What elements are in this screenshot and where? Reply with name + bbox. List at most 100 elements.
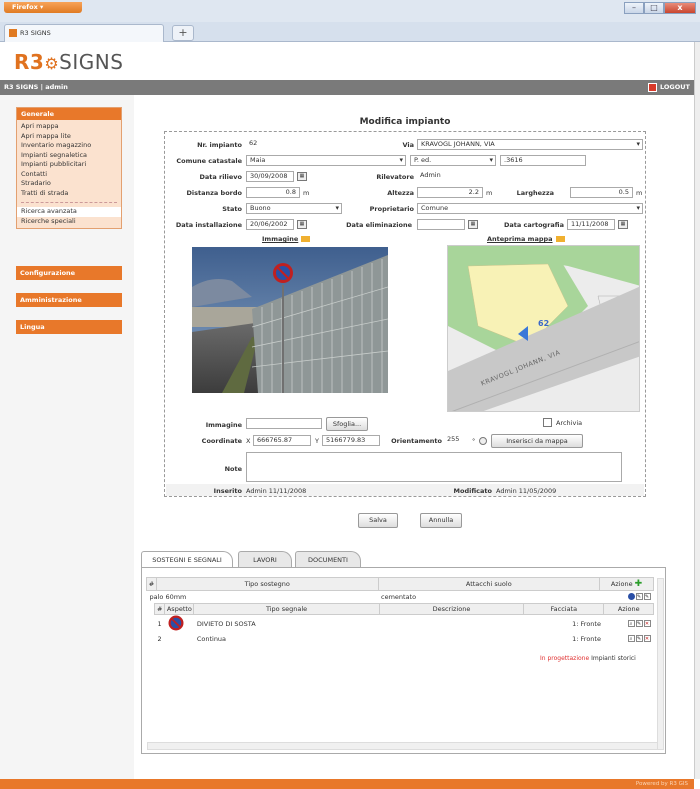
logout-icon: [647, 82, 657, 92]
menu-divider: [21, 202, 117, 203]
calendar-icon[interactable]: ▦: [297, 220, 307, 229]
search-icon[interactable]: ⌕: [627, 635, 635, 642]
grid-horizontal-scrollbar[interactable]: [147, 742, 659, 750]
app-footer: [0, 779, 694, 789]
note-textarea[interactable]: [246, 452, 622, 482]
edit-icon[interactable]: [555, 236, 565, 242]
distanza-bordo-label: Distanza bordo: [186, 189, 243, 197]
sfoglia-button[interactable]: Sfoglia...: [326, 417, 368, 431]
calendar-icon[interactable]: ▦: [618, 220, 628, 229]
edit-icon[interactable]: ✎: [635, 620, 643, 627]
maximize-button[interactable]: □: [644, 2, 664, 14]
browser-tab[interactable]: R3 SIGNS: [4, 24, 164, 42]
data-eliminazione-input[interactable]: [417, 219, 465, 230]
sidebar-lingua[interactable]: Lingua: [16, 320, 122, 334]
proprietario-select[interactable]: Comune: [417, 203, 643, 214]
delete-icon[interactable]: ✕: [643, 620, 651, 627]
sidebar-item[interactable]: Inventario magazzino: [17, 141, 121, 151]
minimize-button[interactable]: –: [624, 2, 644, 14]
sidebar-general-menu: Generale Apri mappa Apri mappa lite Inve…: [16, 107, 122, 229]
sidebar-configurazione[interactable]: Configurazione: [16, 266, 122, 280]
altezza-input[interactable]: 2.2: [417, 187, 483, 198]
particella-type-select[interactable]: P. ed.: [410, 155, 496, 166]
immagine-file-input[interactable]: [246, 418, 322, 429]
delete-icon[interactable]: ✕: [643, 635, 651, 642]
row-attacchi: cementato: [381, 592, 417, 601]
sidebar-amministrazione[interactable]: Amministrazione: [16, 293, 122, 307]
new-tab-button[interactable]: +: [172, 25, 194, 41]
compass-icon[interactable]: [479, 437, 487, 445]
sidebar-item[interactable]: Apri mappa: [17, 122, 121, 132]
calendar-icon[interactable]: ▦: [297, 172, 307, 181]
comune-select[interactable]: Maia: [246, 155, 406, 166]
impianti-storici-link[interactable]: Impianti storici: [591, 655, 636, 662]
sidebar-item[interactable]: Tratti di strada: [17, 189, 121, 199]
sidebar-item[interactable]: Impianti segnaletica: [17, 151, 121, 161]
sidebar-item[interactable]: Stradario: [17, 179, 121, 189]
map-point-label: 62: [538, 319, 550, 328]
edit-icon[interactable]: ✎: [643, 593, 651, 601]
logout-button[interactable]: LOGOUT: [647, 82, 690, 93]
tab-sostegni-segnali[interactable]: SOSTEGNI E SEGNALI: [141, 551, 233, 567]
data-cartografia-input[interactable]: 11/11/2008: [567, 219, 615, 230]
rilevatore-value: Admin: [417, 171, 643, 182]
search-icon[interactable]: [627, 593, 635, 601]
coord-x-prefix: X: [246, 437, 251, 445]
search-icon[interactable]: ⌕: [627, 620, 635, 627]
annulla-button[interactable]: Annulla: [420, 513, 462, 528]
nr-impianto-label: Nr. impianto: [197, 141, 242, 149]
sign-descrizione: [379, 614, 523, 633]
firefox-menu-button[interactable]: Firefox ▾: [4, 2, 82, 13]
edit-icon[interactable]: ✎: [635, 635, 643, 642]
browser-titlebar: [0, 0, 700, 22]
orientamento-input[interactable]: 255: [444, 435, 470, 446]
sign-facciata: 1: Fronte: [572, 619, 601, 628]
window-controls: – □ x: [624, 2, 696, 14]
coord-x-input[interactable]: 666765.87: [253, 435, 311, 446]
sidebar-item[interactable]: Contatti: [17, 170, 121, 180]
anteprima-mappa-section-title: Anteprima mappa: [487, 235, 565, 243]
sign-header-hash: #: [153, 602, 166, 615]
archivia-checkbox[interactable]: [543, 418, 552, 427]
coord-y-input[interactable]: 5166779.83: [322, 435, 380, 446]
edit-icon[interactable]: [301, 236, 311, 242]
sign-descrizione: [379, 633, 523, 645]
distanza-bordo-input[interactable]: 0.8: [246, 187, 300, 198]
sidebar-item[interactable]: Apri mappa lite: [17, 132, 121, 142]
inserisci-da-mappa-button[interactable]: Inserisci da mappa: [491, 434, 583, 448]
unit-label: m: [486, 189, 493, 197]
tab-lavori[interactable]: LAVORI: [238, 551, 292, 567]
sign-header-tipo: Tipo segnale: [193, 602, 380, 615]
data-rilievo-input[interactable]: 30/09/2008: [246, 171, 294, 182]
salva-button[interactable]: Salva: [358, 513, 398, 528]
grid-vertical-scrollbar[interactable]: [657, 578, 664, 750]
edit-icon[interactable]: ✎: [635, 593, 643, 601]
in-progettazione-link[interactable]: In progettazione: [540, 655, 589, 662]
sign-header-descrizione: Descrizione: [378, 602, 525, 615]
user-bar-label: R3 SIGNS | admin: [4, 83, 68, 91]
sign-header-azione: Azione: [603, 602, 654, 615]
calendar-icon[interactable]: ▦: [468, 220, 478, 229]
sidebar-general-title[interactable]: Generale: [17, 108, 121, 120]
sidebar-item-ricerca-avanzata[interactable]: Ricerca avanzata: [17, 207, 121, 217]
close-window-button[interactable]: x: [664, 2, 696, 14]
sign-actions: ⌕ ✎ ✕: [604, 614, 654, 633]
page-scrollbar[interactable]: [694, 42, 700, 779]
via-label: Via: [402, 141, 414, 149]
add-icon[interactable]: ✚: [635, 579, 643, 589]
nr-impianto-value: 62: [246, 139, 306, 150]
map-preview[interactable]: 62 KRAVOGL JOHANN, VIA: [447, 245, 640, 412]
larghezza-label: Larghezza: [516, 189, 554, 197]
rilevatore-label: Rilevatore: [376, 173, 414, 181]
particella-number-input[interactable]: .3616: [500, 155, 586, 166]
via-select[interactable]: KRAVOGL JOHANN, VIA: [417, 139, 643, 150]
data-installazione-input[interactable]: 20/06/2002: [246, 219, 294, 230]
sidebar-item-ricerche-speciali[interactable]: Ricerche speciali: [17, 217, 121, 227]
larghezza-input[interactable]: 0.5: [570, 187, 633, 198]
sidebar-item[interactable]: Impianti pubblicitari: [17, 160, 121, 170]
stato-select[interactable]: Buono: [246, 203, 342, 214]
gear-logo-icon: ⚙: [44, 54, 60, 73]
sign-facciata: 1: Fronte: [572, 634, 601, 643]
tab-documenti[interactable]: DOCUMENTI: [295, 551, 361, 567]
no-parking-sign-icon: [168, 615, 184, 630]
